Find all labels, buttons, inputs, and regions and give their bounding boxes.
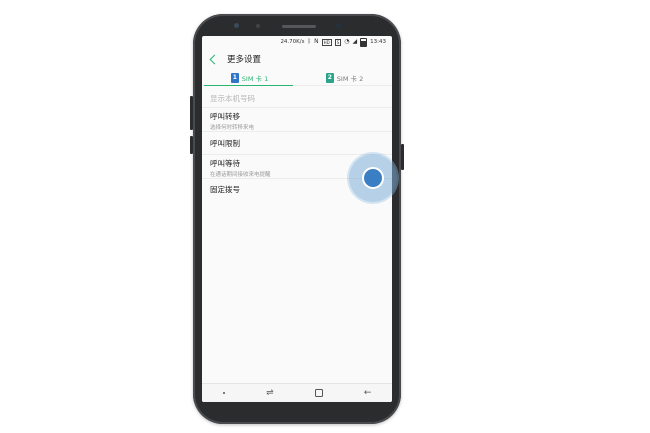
nfc-icon: N bbox=[314, 38, 319, 45]
back-arrow-icon[interactable] bbox=[209, 54, 220, 64]
recent-apps-icon[interactable]: ⇌ bbox=[266, 388, 274, 398]
app-bar: 更多设置 bbox=[202, 48, 392, 70]
setting-show-my-number[interactable]: 显示本机号码 bbox=[202, 90, 392, 108]
proximity-sensor bbox=[256, 24, 260, 28]
tab-label: SIM 卡 2 bbox=[336, 74, 364, 83]
volume-up-button bbox=[190, 96, 193, 130]
earpiece-speaker bbox=[282, 25, 316, 28]
network-speed: 24.70K/s bbox=[280, 39, 305, 45]
power-button bbox=[401, 144, 404, 170]
status-bar: 24.70K/s ᛒ N HD S ◔ ◢ 13:43 bbox=[202, 36, 392, 48]
setting-call-barring[interactable]: 呼叫限制 bbox=[202, 132, 392, 155]
clock: 13:43 bbox=[370, 39, 386, 45]
home-icon[interactable] bbox=[314, 389, 323, 397]
sim-tabs: 1 SIM 卡 1 2 SIM 卡 2 bbox=[202, 70, 392, 86]
touch-point bbox=[362, 167, 384, 189]
back-nav-icon[interactable]: ← bbox=[364, 388, 372, 398]
sim-badge: S bbox=[334, 38, 342, 46]
signal-icon: ◢ bbox=[352, 38, 358, 45]
tab-label: SIM 卡 1 bbox=[241, 74, 269, 83]
setting-title: 固定拨号 bbox=[210, 184, 240, 194]
tab-sim-1[interactable]: 1 SIM 卡 1 bbox=[202, 70, 297, 86]
tab-sim-2[interactable]: 2 SIM 卡 2 bbox=[297, 70, 392, 85]
sim-card-icon: 2 bbox=[325, 72, 334, 83]
volume-down-button bbox=[190, 136, 193, 154]
nav-dot-icon[interactable] bbox=[222, 391, 226, 395]
setting-title: 呼叫转移 bbox=[210, 112, 240, 121]
wifi-icon: ◔ bbox=[344, 38, 350, 45]
battery-icon bbox=[360, 37, 368, 47]
setting-title: 呼叫限制 bbox=[210, 138, 240, 148]
iris-sensor bbox=[234, 23, 239, 28]
hd-badge: HD bbox=[321, 38, 332, 46]
front-camera bbox=[336, 23, 342, 29]
navigation-bar: ⇌ ← bbox=[202, 383, 392, 402]
sim-card-icon: 1 bbox=[230, 72, 239, 83]
setting-subtitle: 选择何时转移来电 bbox=[210, 125, 255, 131]
setting-title: 显示本机号码 bbox=[210, 94, 255, 103]
page-title: 更多设置 bbox=[227, 55, 262, 65]
phone-screen: 24.70K/s ᛒ N HD S ◔ ◢ 13:43 更多设置 1 SIM 卡… bbox=[202, 36, 392, 402]
bluetooth-icon: ᛒ bbox=[307, 38, 312, 45]
setting-call-forwarding[interactable]: 呼叫转移 选择何时转移来电 bbox=[202, 108, 392, 132]
